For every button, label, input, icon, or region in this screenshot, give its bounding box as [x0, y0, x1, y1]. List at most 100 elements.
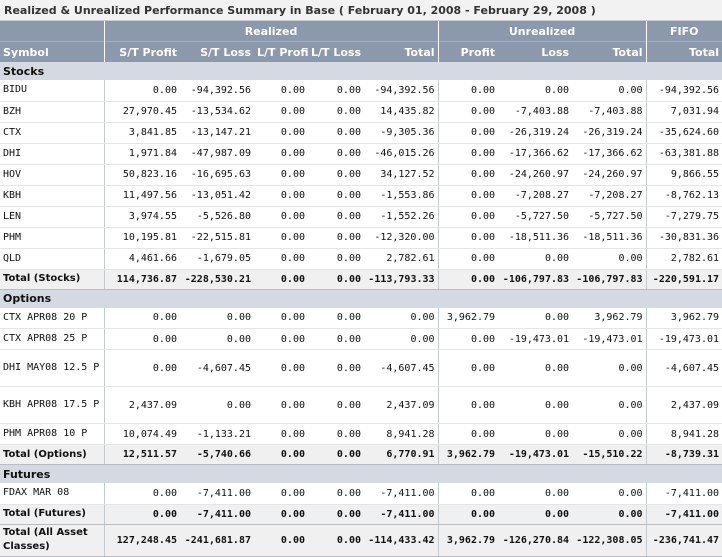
cell-value: 0.00	[254, 386, 308, 424]
cell-value: 0.00	[437, 206, 499, 228]
total-value: 0.00	[572, 503, 647, 525]
cell-value: 0.00	[103, 328, 180, 350]
cell-value: 9,866.55	[645, 164, 722, 186]
grand-total-row: Total (All Asset Classes) 127,248.45 -241,…	[0, 523, 722, 557]
symbol-cell[interactable]: DHI	[0, 143, 104, 165]
cell-value: 0.00	[437, 248, 499, 270]
cell-value: 0.00	[572, 349, 647, 387]
symbol-cell[interactable]: PHM APR08 10 P	[0, 423, 104, 445]
symbol-cell[interactable]: QLD	[0, 248, 104, 270]
total-value: 0.00	[308, 268, 364, 290]
col-header-st-loss[interactable]: S/T Loss	[180, 41, 254, 62]
total-value: 0.00	[498, 503, 573, 525]
cell-value: -5,526.80	[180, 206, 254, 228]
table-row[interactable]: BZH 27,970.45 -13,534.62 0.00 0.00 14,435.82 0…	[0, 101, 722, 123]
table-row[interactable]: CTX 3,841.85 -13,147.21 0.00 0.00 -9,305.36 0.…	[0, 122, 722, 144]
cell-value: 3,962.79	[437, 307, 499, 329]
cell-value: -5,727.50	[498, 206, 573, 228]
table-row[interactable]: LEN 3,974.55 -5,526.80 0.00 0.00 -1,552.26 0.0…	[0, 206, 722, 228]
table-row[interactable]: PHM 10,195.81 -22,515.81 0.00 0.00 -12,320.00…	[0, 227, 722, 249]
total-label: Total (Futures)	[0, 503, 104, 525]
cell-value: 0.00	[572, 80, 647, 102]
total-value: 0.00	[308, 503, 364, 525]
cell-value: -1,553.86	[364, 185, 439, 207]
col-header-realized-total[interactable]: Total	[364, 41, 439, 62]
cell-value: 0.00	[180, 328, 254, 350]
total-value: 3,962.79	[437, 444, 499, 465]
cell-value: -7,403.88	[572, 101, 647, 123]
col-header-loss[interactable]: Loss	[498, 41, 573, 62]
symbol-cell[interactable]: CTX APR08 25 P	[0, 328, 104, 350]
table-row[interactable]: CTX APR08 25 P 0.00 0.00 0.00 0.00 0.00 0.00 -1…	[0, 328, 722, 350]
col-header-st-profit[interactable]: S/T Profit	[103, 41, 180, 62]
cell-value: 0.00	[437, 349, 499, 387]
symbol-cell[interactable]: BIDU	[0, 80, 104, 102]
cell-value: 0.00	[308, 328, 364, 350]
symbol-cell[interactable]: CTX	[0, 122, 104, 144]
cell-value: -19,473.01	[498, 328, 573, 350]
cell-value: -30,831.36	[645, 227, 722, 249]
cell-value: 2,437.09	[364, 386, 439, 424]
section-header-options: Options	[0, 289, 722, 308]
cell-value: 0.00	[254, 122, 308, 144]
col-header-fifo-total[interactable]: Total	[645, 41, 722, 62]
table-row[interactable]: QLD 4,461.66 -1,679.05 0.00 0.00 2,782.61 0.00…	[0, 248, 722, 270]
symbol-cell[interactable]: LEN	[0, 206, 104, 228]
cell-value: 0.00	[254, 349, 308, 387]
table-row[interactable]: BIDU 0.00 -94,392.56 0.00 0.00 -94,392.56 0.00…	[0, 80, 722, 102]
col-header-lt-profit[interactable]: L/T Profit	[254, 41, 308, 62]
grand-total-value: 3,962.79	[437, 523, 499, 557]
symbol-cell[interactable]: DHI MAY08 12.5 P	[0, 349, 104, 387]
symbol-cell[interactable]: KBH	[0, 185, 104, 207]
section-label: Stocks	[0, 62, 722, 80]
total-value: -7,411.00	[180, 503, 254, 525]
cell-value: 0.00	[498, 307, 573, 329]
symbol-cell[interactable]: HOV	[0, 164, 104, 186]
cell-value: 1,971.84	[103, 143, 180, 165]
table-row[interactable]: KBH APR08 17.5 P 2,437.09 0.00 0.00 0.00 2,43…	[0, 386, 722, 424]
table-row[interactable]: CTX APR08 20 P 0.00 0.00 0.00 0.00 0.00 3,962.…	[0, 307, 722, 329]
symbol-cell[interactable]: PHM	[0, 227, 104, 249]
cell-value: 0.00	[308, 80, 364, 102]
cell-value: -4,607.45	[364, 349, 439, 387]
symbol-cell[interactable]: KBH APR08 17.5 P	[0, 386, 104, 424]
cell-value: 2,782.61	[364, 248, 439, 270]
table-row[interactable]: HOV 50,823.16 -16,695.63 0.00 0.00 34,127.52 0…	[0, 164, 722, 186]
col-header-symbol[interactable]: Symbol	[0, 41, 104, 62]
grand-total-value: -114,433.42	[364, 523, 439, 557]
cell-value: 8,941.28	[364, 423, 439, 445]
cell-value: 0.00	[254, 483, 308, 505]
col-header-unrealized-total[interactable]: Total	[572, 41, 647, 62]
cell-value: -13,051.42	[180, 185, 254, 207]
cell-value: 0.00	[254, 80, 308, 102]
table-row[interactable]: KBH 11,497.56 -13,051.42 0.00 0.00 -1,553.86 0…	[0, 185, 722, 207]
cell-value: 0.00	[308, 423, 364, 445]
cell-value: -8,762.13	[645, 185, 722, 207]
section-label: Futures	[0, 464, 722, 483]
table-row[interactable]: PHM APR08 10 P 10,074.49 -1,133.21 0.00 0.00…	[0, 423, 722, 445]
section-label: Options	[0, 289, 722, 308]
col-header-profit[interactable]: Profit	[437, 41, 499, 62]
cell-value: -94,392.56	[180, 80, 254, 102]
symbol-cell[interactable]: FDAX MAR 08	[0, 483, 104, 505]
cell-value: -7,208.27	[572, 185, 647, 207]
cell-value: -12,320.00	[364, 227, 439, 249]
cell-value: 14,435.82	[364, 101, 439, 123]
cell-value: -63,381.88	[645, 143, 722, 165]
symbol-cell[interactable]: CTX APR08 20 P	[0, 307, 104, 329]
cell-value: -13,147.21	[180, 122, 254, 144]
grand-total-value: 127,248.45	[103, 523, 180, 557]
table-row[interactable]: DHI 1,971.84 -47,987.09 0.00 0.00 -46,015.26 0…	[0, 143, 722, 165]
symbol-cell[interactable]: BZH	[0, 101, 104, 123]
table-row[interactable]: FDAX MAR 08 0.00 -7,411.00 0.00 0.00 -7,411.0…	[0, 483, 722, 505]
cell-value: 0.00	[437, 423, 499, 445]
total-value: -8,739.31	[645, 444, 722, 465]
total-value: 0.00	[254, 503, 308, 525]
cell-value: 0.00	[254, 143, 308, 165]
table-row[interactable]: DHI MAY08 12.5 P 0.00 -4,607.45 0.00 0.00 -4,…	[0, 349, 722, 387]
col-header-lt-loss[interactable]: L/T Loss	[308, 41, 364, 62]
cell-value: 0.00	[498, 386, 573, 424]
section-header-stocks: Stocks	[0, 62, 722, 80]
total-value: 0.00	[254, 268, 308, 290]
cell-value: 0.00	[437, 386, 499, 424]
